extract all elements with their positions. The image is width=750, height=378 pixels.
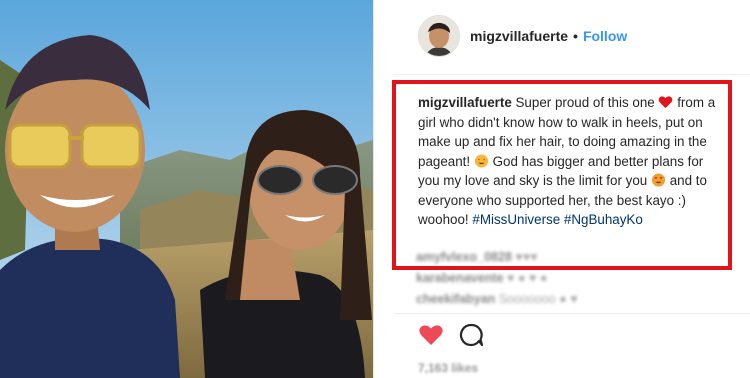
comment-text: Sooooooo ● ♥ (498, 292, 578, 306)
caption-hashtags[interactable]: #MissUniverse #NgBuhayKo (472, 212, 642, 227)
comment-item: amyfvlexo_0828 ♥♥♥ (416, 247, 716, 268)
comment-item: karabenavente ♥ ● ♥ ● (416, 268, 716, 289)
header-divider (394, 74, 750, 75)
star-struck-emoji-icon (474, 153, 488, 168)
comment-text: ♥♥♥ (515, 250, 538, 264)
username-link[interactable]: migzvillafuerte (470, 28, 568, 44)
likes-count[interactable]: 7,163 likes (418, 361, 478, 375)
post-side-panel: migzvillafuerte • Follow migzvillafuerte… (374, 0, 750, 378)
comment-text: ♥ ● ♥ ● (507, 271, 548, 285)
actions-divider (394, 313, 750, 314)
post-actions (418, 322, 484, 348)
separator-dot: • (573, 28, 578, 44)
caption-highlight-box: migzvillafuerte Super proud of this one … (392, 80, 732, 270)
follow-button[interactable]: Follow (583, 28, 627, 44)
caption-username[interactable]: migzvillafuerte (418, 95, 512, 110)
comments-list: amyfvlexo_0828 ♥♥♥ karabenavente ♥ ● ♥ ●… (416, 247, 716, 310)
comment-username[interactable]: karabenavente (416, 271, 504, 285)
post-caption: migzvillafuerte Super proud of this one … (418, 93, 718, 230)
post-header: migzvillafuerte • Follow (418, 14, 627, 58)
comment-icon[interactable] (458, 322, 484, 348)
red-heart-emoji-icon (659, 96, 673, 109)
heart-eyes-emoji-icon (651, 173, 666, 187)
avatar[interactable] (418, 15, 460, 57)
caption-text-1: Super proud of this one (515, 95, 655, 110)
post-photo (0, 0, 373, 378)
comment-username[interactable]: amyfvlexo_0828 (416, 250, 512, 264)
heart-icon[interactable] (418, 323, 444, 347)
comment-item: cheekifabyan Sooooooo ● ♥ (416, 289, 716, 310)
comment-username[interactable]: cheekifabyan (416, 292, 495, 306)
couple-selfie-image (0, 0, 373, 378)
